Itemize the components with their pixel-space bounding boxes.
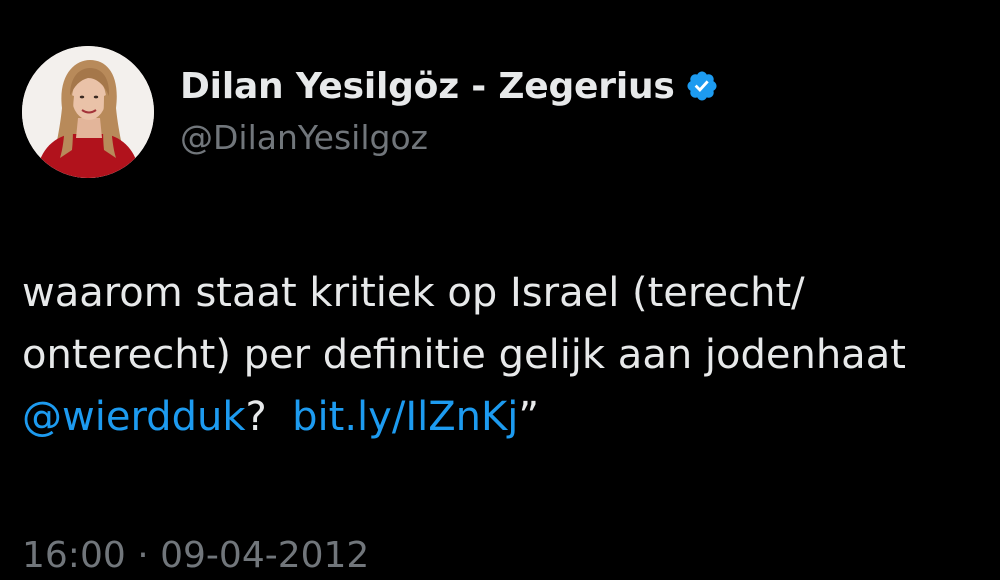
author-display-name[interactable]: Dilan Yesilgöz - Zegerius bbox=[180, 66, 675, 107]
author-info: Dilan Yesilgöz - Zegerius @DilanYesilgoz bbox=[180, 62, 719, 157]
mention-question-mark: ? bbox=[245, 394, 267, 440]
closing-quote: ” bbox=[518, 394, 540, 440]
tweet-date: 09-04-2012 bbox=[160, 535, 370, 576]
short-url-link[interactable]: bit.ly/IlZnKj bbox=[292, 394, 518, 440]
mention-link[interactable]: @wierdduk bbox=[22, 394, 245, 440]
timestamp-separator: · bbox=[137, 535, 149, 576]
verified-badge-icon bbox=[685, 69, 719, 103]
author-handle[interactable]: @DilanYesilgoz bbox=[180, 118, 719, 157]
tweet-time: 16:00 bbox=[22, 535, 126, 576]
tweet-text: waarom staat kritiek op Israel (terecht/… bbox=[22, 262, 1000, 448]
tweet-timestamp[interactable]: 16:00 · 09-04-2012 bbox=[22, 535, 369, 576]
author-avatar[interactable] bbox=[22, 46, 154, 178]
tweet-text-line-2: onterecht) per definitie gelijk aan jode… bbox=[22, 332, 906, 378]
tweet-text-line-1: waarom staat kritiek op Israel (terecht/ bbox=[22, 270, 805, 316]
avatar-photo bbox=[22, 46, 154, 178]
tweet-text-line-3: @wierdduk? bit.ly/IlZnKj” bbox=[22, 386, 1000, 448]
tweet-card: Dilan Yesilgöz - Zegerius @DilanYesilgoz… bbox=[0, 0, 1000, 580]
author-name-row: Dilan Yesilgöz - Zegerius bbox=[180, 62, 719, 110]
